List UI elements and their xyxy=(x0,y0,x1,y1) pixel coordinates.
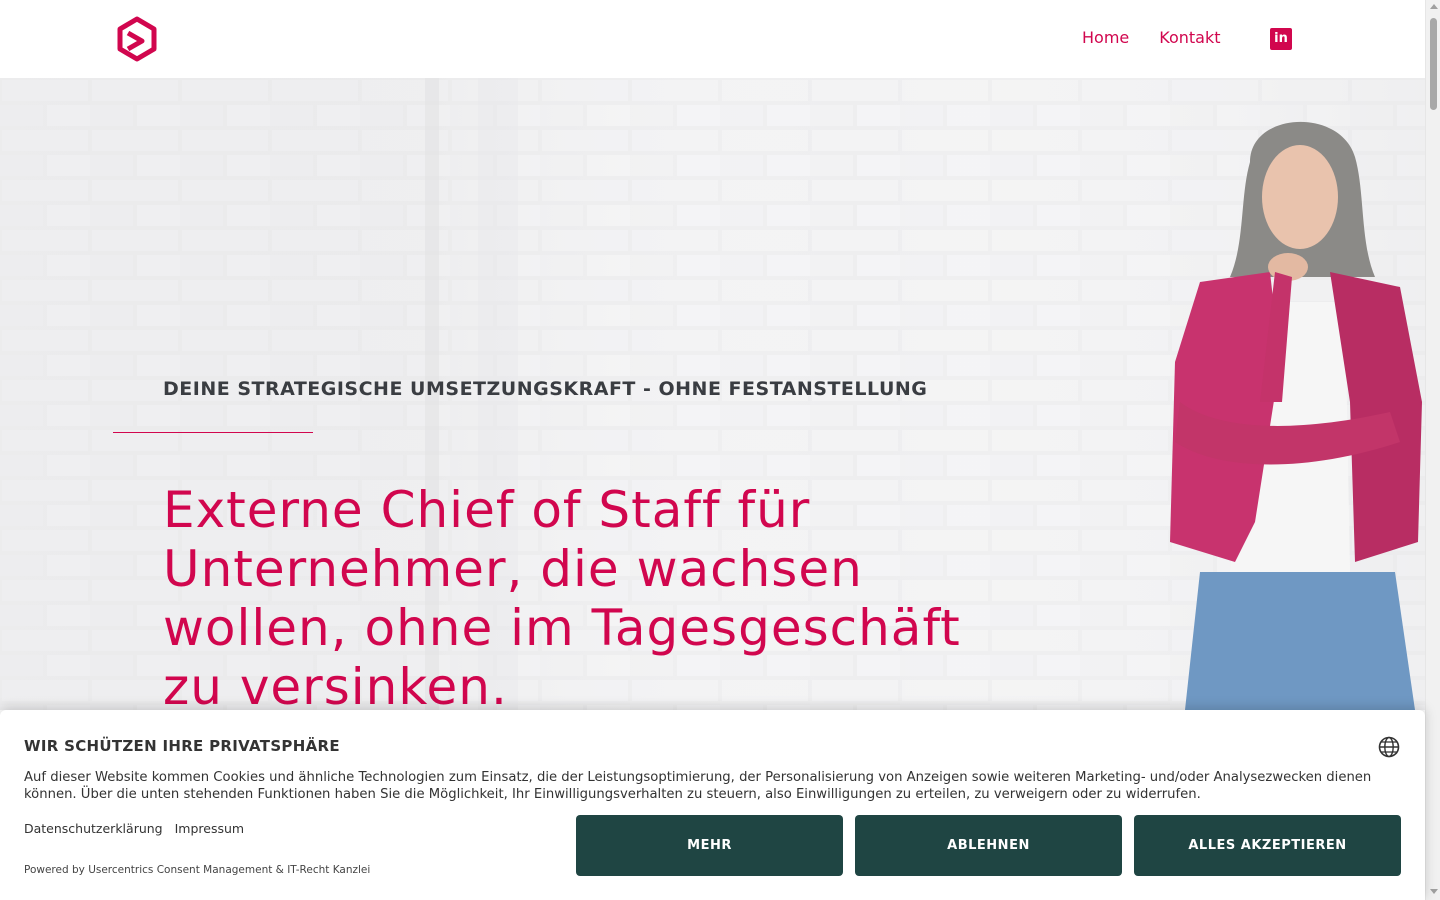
privacy-policy-link[interactable]: Datenschutzerklärung xyxy=(24,821,163,836)
hero-divider xyxy=(113,432,313,433)
scroll-thumb[interactable] xyxy=(1430,18,1437,110)
globe-icon[interactable] xyxy=(1378,736,1400,758)
hero-section: DEINE STRATEGISCHE UMSETZUNGSKRAFT - OHN… xyxy=(0,78,1425,710)
site-header: Home Kontakt in xyxy=(0,0,1425,78)
accept-all-button[interactable]: ALLES AKZEPTIEREN xyxy=(1134,815,1401,876)
cookie-banner-title: WIR SCHÜTZEN IHRE PRIVATSPHÄRE xyxy=(24,737,340,755)
deny-button[interactable]: ABLEHNEN xyxy=(855,815,1122,876)
page-scrollbar[interactable] xyxy=(1425,0,1440,900)
brand-logo[interactable] xyxy=(116,16,158,62)
hero-kicker: DEINE STRATEGISCHE UMSETZUNGSKRAFT - OHN… xyxy=(163,378,928,400)
linkedin-icon[interactable]: in xyxy=(1270,28,1292,50)
cookie-banner-text: Auf dieser Website kommen Cookies und äh… xyxy=(24,770,1372,802)
cookie-banner-links: Datenschutzerklärung Impressum xyxy=(24,821,244,836)
scroll-down-arrow-icon[interactable] xyxy=(1430,889,1438,894)
scroll-up-arrow-icon[interactable] xyxy=(1430,4,1438,9)
cookie-consent-banner: WIR SCHÜTZEN IHRE PRIVATSPHÄRE Auf diese… xyxy=(0,710,1425,900)
hero-headline: Externe Chief of Staff für Unternehmer, … xyxy=(163,481,961,710)
more-button[interactable]: MEHR xyxy=(576,815,843,876)
main-nav: Home Kontakt xyxy=(1082,28,1221,47)
portrait-photo xyxy=(1170,121,1422,710)
nav-kontakt-link[interactable]: Kontakt xyxy=(1159,28,1220,47)
nav-home-link[interactable]: Home xyxy=(1082,28,1129,47)
powered-by-text: Powered by Usercentrics Consent Manageme… xyxy=(24,864,371,876)
imprint-link[interactable]: Impressum xyxy=(175,821,244,836)
